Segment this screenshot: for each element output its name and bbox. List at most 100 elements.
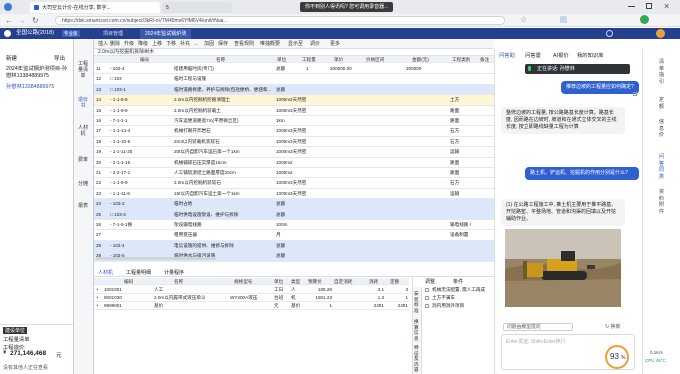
copy-icon[interactable] xyxy=(633,92,637,96)
grid-row[interactable]: 23 - 1-1-11-9 15t以内自卸汽车运土第一个1km 1000m3天然密实 运… xyxy=(94,189,494,200)
header-user-avatar[interactable] xyxy=(656,29,665,38)
toolbar-reinforce[interactable]: 加固 xyxy=(204,40,214,48)
col-header-price[interactable]: 单价 xyxy=(334,56,354,63)
toolbar-move-up[interactable]: 上移 xyxy=(152,40,162,48)
expand-icon[interactable]: + xyxy=(96,294,102,301)
refresh-suggestion-button[interactable]: ↻ 换新 xyxy=(605,323,621,330)
col-header-unit[interactable]: 单位 xyxy=(277,56,295,63)
grid-row[interactable]: 14 - 1-1-8-8 2.0m以内挖掘机挖掘清理土 1000m3天然密实 土方 xyxy=(94,95,494,106)
nav-allocation[interactable]: 分摊 xyxy=(76,181,90,187)
col-header-amount[interactable]: 金额(元) xyxy=(412,56,442,63)
adjust-checkbox-2[interactable] xyxy=(425,296,429,300)
nav-resources[interactable]: 人材机 xyxy=(76,125,90,137)
toolbar-more-dots[interactable]: ... xyxy=(194,40,198,48)
chat-tab-settings[interactable]: 问答置 xyxy=(525,51,541,59)
side-tab-convert[interactable]: 换算信息 xyxy=(414,319,421,341)
grid-row[interactable]: 26 - 7-1-5-1换 架设输电线路 100m 输电线路 I xyxy=(94,220,494,231)
toolbar-upgrade[interactable]: 升级 xyxy=(124,40,134,48)
tab-quantity-detail[interactable]: 工程量明细 xyxy=(126,269,151,277)
grid-scrollbar[interactable] xyxy=(96,257,216,260)
grid-row[interactable]: 22 - 1-1-9-9 2.0m以内挖掘机装软石 1000m3天然密实 石方 xyxy=(94,178,494,189)
new-button[interactable]: 新建 xyxy=(6,54,17,62)
expand-icon[interactable]: + xyxy=(96,302,102,309)
grid-row[interactable]: 25 □ 103-3 临时供电设施架设、维护与拆除 总额 xyxy=(94,209,494,220)
browser-tab-2[interactable]: 5 xyxy=(162,2,232,13)
grid-row[interactable]: 15 - 1-1-9-8 2.0m以内挖掘机装载土 1000m3天然密实 路面 xyxy=(94,106,494,116)
chat-tab-ai-quote[interactable]: AI报价 xyxy=(553,51,569,59)
toolbar-supplement[interactable]: 补充 xyxy=(180,40,190,48)
tab-measure-program[interactable]: 计量程序 xyxy=(164,269,184,277)
toolbar-move-down[interactable]: 下移 xyxy=(166,40,176,48)
grid-row[interactable]: 16 - 7-1-1-1 汽车运便道路宽7m(平原微丘区) 1km 路面 xyxy=(94,116,494,127)
close-icon[interactable]: × xyxy=(664,1,669,11)
side-tab-features[interactable]: 特征及内容 xyxy=(414,345,421,373)
toolbar-save[interactable]: 保存 xyxy=(218,40,228,48)
forward-icon[interactable]: → xyxy=(18,16,26,25)
col-header-code[interactable]: 编号 xyxy=(140,56,170,63)
toolbar-show-to[interactable]: 显示至 xyxy=(288,40,303,48)
export-button[interactable]: 导出 xyxy=(54,54,65,62)
toolbar-more[interactable]: 更多 xyxy=(330,40,340,48)
nav-cost-book[interactable]: 造价书 xyxy=(76,97,90,109)
extensions-icon[interactable] xyxy=(560,16,567,23)
cell-code: - 102-4 xyxy=(110,66,125,71)
toolbar-insert[interactable]: 插入 xyxy=(98,40,108,48)
grid-row[interactable]: 27 租用变压器 月 设备制置 xyxy=(94,230,494,241)
profile-avatar[interactable] xyxy=(640,15,649,24)
nav-rates[interactable]: 费率 xyxy=(76,157,90,163)
col-header-name[interactable]: 名称 xyxy=(216,56,246,63)
refresh-icon[interactable]: ↻ xyxy=(32,16,39,25)
side-quota[interactable]: 定额 xyxy=(657,97,666,110)
side-tab-install[interactable]: 安装标准 xyxy=(414,291,421,313)
toolbar-downgrade[interactable]: 降级 xyxy=(138,40,148,48)
url-input[interactable]: https://dsk.smartcost.com.cn/subject/3kR… xyxy=(55,16,505,25)
col-header-qty[interactable]: 工程量 xyxy=(302,56,326,63)
chat-tab-knowledge[interactable]: 我的知识库 xyxy=(577,51,604,59)
cell-qty xyxy=(306,85,328,95)
tree-item-project[interactable]: 2024年监试钢炉测项目-孙懋林13384889975 xyxy=(6,66,72,79)
nav-reports[interactable]: 报表 xyxy=(76,203,90,209)
header-help-icon[interactable] xyxy=(606,30,613,37)
col-header-note[interactable]: 备注 xyxy=(480,56,494,63)
back-icon[interactable]: ← xyxy=(5,16,13,25)
nav-bill-quantity[interactable]: 工程量清单 xyxy=(76,61,90,79)
project-name[interactable]: 全国公路(2018) xyxy=(16,29,54,38)
minimize-icon[interactable] xyxy=(628,6,635,7)
tab-current-project[interactable]: 2024年监试锅炉测 xyxy=(140,29,192,39)
toolbar-summary[interactable]: 唯独概要 xyxy=(260,40,280,48)
star-icon[interactable]: ☆ xyxy=(520,15,527,24)
side-info-price[interactable]: 信息价 xyxy=(657,119,666,139)
hint-link[interactable]: 问题由模型提问 xyxy=(503,323,573,331)
maximize-icon[interactable] xyxy=(646,3,652,9)
side-bill-guide[interactable]: 清单指引 xyxy=(657,59,666,85)
col-header-range[interactable]: 价格区间 xyxy=(366,56,392,63)
adjust-checkbox-3[interactable] xyxy=(425,304,429,308)
col-header-category[interactable]: 工程类别 xyxy=(452,56,476,63)
toolbar-delete[interactable]: 删除 xyxy=(110,40,120,48)
chat-tab-qa[interactable]: 问答助 xyxy=(499,51,515,59)
grid-row[interactable]: 17 - 1-1-14-4 机械打眼开炸岩石 1000m3天然密实 石方 xyxy=(94,126,494,137)
resource-row[interactable]: +8001030 2.0m以内履带式液压单斗 WY200A液压 台班 机 1501.23 1… xyxy=(94,294,409,302)
tab-project-management[interactable]: 项目管理 xyxy=(98,29,128,39)
grid-row[interactable]: 11 - 102-4 搭建用临时房(专门) 总额 1 200000.00 200000 xyxy=(94,64,494,75)
toolbar-view-rules[interactable]: 查看规则 xyxy=(234,40,254,48)
adjust-checkbox-1[interactable] xyxy=(425,288,429,292)
grid-row[interactable]: 20 - 2-1-1-15 机械铺碎石压实厚度15cm 1000m2 路面 xyxy=(94,158,494,168)
grid-row[interactable]: 19 - 1-1-11-25 20t以内自卸汽车运石第一个1km 1000m3天然密实… xyxy=(94,147,494,158)
resource-row[interactable]: +1001001 人工 工日 人 106.28 3.1 3 xyxy=(94,286,409,294)
side-qa-similar[interactable]: 问答同类 xyxy=(657,154,666,180)
cell-qty xyxy=(306,251,328,261)
grid-row[interactable]: 13 □ 103-1 临时道路修建、养护与拆除(包括便桥、便涵和... 总额 xyxy=(94,84,494,96)
cell-code: - 1-1-14-4 xyxy=(110,128,131,134)
side-attachments[interactable]: 资料附件 xyxy=(657,189,666,215)
grid-row[interactable]: 21 - 2-2-17-1 人工铺筑泥结土路面厚度20cm 1000m2 路面 xyxy=(94,168,494,179)
grid-row[interactable]: 24 - 103-2 临时占地 总额 xyxy=(94,199,494,210)
toolbar-adjust-price[interactable]: 调价 xyxy=(310,40,320,48)
grid-row[interactable]: 28 - 103-4 电信设施的提供、维修与拆除 总额 xyxy=(94,240,494,252)
grid-row[interactable]: 12 □ 103 临时工程与设施 xyxy=(94,74,494,85)
expand-icon[interactable]: + xyxy=(96,286,102,293)
grid-row[interactable]: 18 - 1-1-10-5 2m3以内装载机装软石 1000m3天然密实 石方 xyxy=(94,137,494,148)
tree-item-unit[interactable]: 孙懋林13384889975 xyxy=(6,84,72,91)
resource-row[interactable]: +9999001 基价 元 基价 1 2281 2281 xyxy=(94,302,409,310)
browser-tab-active[interactable]: 大司空云计价-在线分享, 数字... xyxy=(30,2,160,13)
